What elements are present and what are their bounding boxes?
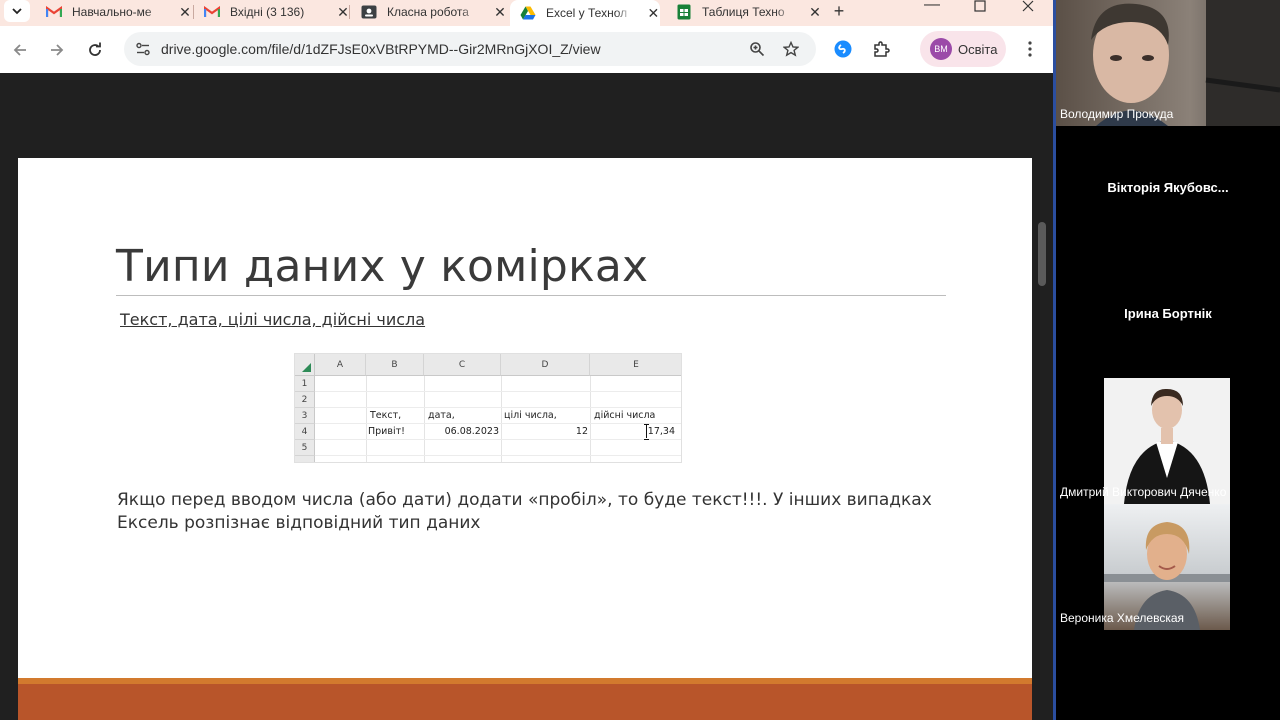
row-header: 3 <box>295 408 315 424</box>
row-header: 2 <box>295 392 315 408</box>
tab-title: Excel у Технол <box>546 6 628 20</box>
cell-b4: Привіт! <box>368 426 405 437</box>
url-text[interactable]: drive.google.com/file/d/1dZFJsE0xVBtRPYM… <box>161 41 601 57</box>
grid-line <box>424 376 425 462</box>
maximize-icon <box>974 0 986 12</box>
participant-name: Вікторія Якубовс... <box>1107 180 1229 195</box>
close-icon[interactable]: ✕ <box>647 5 660 22</box>
row-header: 5 <box>295 440 315 456</box>
chevron-down-icon <box>12 8 22 15</box>
spreadsheet-screenshot: A B C D E 1 2 3 4 5 Текст, дата, цілі чи… <box>294 353 682 463</box>
participant-name: Вероника Хмелевская <box>1060 611 1185 625</box>
title-divider <box>116 295 946 296</box>
slide-body-text: Якщо перед вводом числа (або дати) додат… <box>117 490 932 533</box>
grid-line <box>366 376 367 462</box>
address-bar[interactable]: drive.google.com/file/d/1dZFJsE0xVBtRPYM… <box>124 32 816 66</box>
cell-e3: дійсні числа <box>594 410 656 421</box>
close-icon <box>1022 0 1034 12</box>
bookmark-star-icon[interactable] <box>782 40 800 58</box>
participant-name: Дмитрий Викторович Дяченко <box>1060 485 1227 499</box>
tab-title: Таблиця Техно <box>702 5 785 19</box>
cell-d3: цілі числа, <box>504 410 557 421</box>
arrow-right-icon <box>51 44 64 56</box>
new-tab-button[interactable]: + <box>830 0 848 22</box>
zoom-icon[interactable] <box>748 40 766 58</box>
back-button[interactable] <box>8 38 32 62</box>
tab-title: Вхідні (3 136) <box>230 5 305 19</box>
row-header: 1 <box>295 376 315 392</box>
close-icon[interactable]: ✕ <box>178 4 192 21</box>
site-info-icon[interactable] <box>134 40 152 58</box>
gmail-icon <box>46 4 62 20</box>
browser-toolbar: drive.google.com/file/d/1dZFJsE0xVBtRPYM… <box>0 26 1053 73</box>
tab-search-button[interactable] <box>4 0 30 22</box>
cell-e4: 17,34 <box>647 426 675 437</box>
cell-c3: дата, <box>428 410 455 421</box>
column-header: D <box>501 354 590 376</box>
text-cursor-icon <box>644 424 650 440</box>
column-header: C <box>424 354 501 376</box>
presentation-slide: Типи даних у комірках Текст, дата, цілі … <box>18 158 1032 720</box>
browser-window: Навчально-ме ✕ Вхідні (3 136) ✕ Класна р… <box>0 0 1053 720</box>
gmail-icon <box>204 4 220 20</box>
kebab-menu-icon[interactable] <box>1020 38 1040 60</box>
tab-gmail-1[interactable]: Навчально-ме ✕ <box>46 0 192 24</box>
viewer-scrollbar[interactable] <box>1038 222 1046 286</box>
shazam-extension-icon[interactable] <box>832 38 854 60</box>
reload-button[interactable] <box>83 38 107 62</box>
drive-file-viewer: Типи даних у комірках Текст, дата, цілі … <box>0 73 1053 720</box>
tab-strip: Навчально-ме ✕ Вхідні (3 136) ✕ Класна р… <box>0 0 1053 26</box>
slide-footer-band <box>18 678 1032 720</box>
row-header <box>295 456 315 462</box>
close-icon[interactable]: ✕ <box>808 4 822 21</box>
cell-b3: Текст, <box>370 410 402 421</box>
arrow-left-icon <box>13 44 26 56</box>
tab-separator <box>349 5 350 19</box>
participant-tile[interactable]: Вероника Хмелевская <box>1056 504 1280 630</box>
classroom-icon <box>361 4 377 20</box>
participant-tile[interactable]: Ірина Бортнік <box>1056 250 1280 376</box>
tab-gmail-2[interactable]: Вхідні (3 136) ✕ <box>204 0 350 24</box>
column-header: E <box>590 354 681 376</box>
tab-sheets[interactable]: Таблиця Техно ✕ <box>676 0 822 24</box>
cell-d4: 12 <box>575 426 588 437</box>
profile-avatar: ВМ <box>930 38 952 60</box>
maximize-button[interactable] <box>965 0 995 13</box>
reload-icon <box>89 42 101 56</box>
drive-icon <box>520 5 536 21</box>
close-icon[interactable]: ✕ <box>493 4 507 21</box>
forward-button[interactable] <box>45 38 69 62</box>
tab-separator <box>193 5 194 19</box>
grid-line <box>315 455 681 456</box>
participant-tile[interactable]: Володимир Прокуда <box>1056 0 1280 126</box>
tab-title: Навчально-ме <box>72 5 152 19</box>
select-all-corner <box>295 354 315 376</box>
tab-drive-active[interactable]: Excel у Технол ✕ <box>510 0 660 26</box>
meeting-participants-panel: Володимир Прокуда Вікторія Якубовс... Ір… <box>1056 0 1280 720</box>
grid-line <box>315 391 681 392</box>
extensions-puzzle-icon[interactable] <box>870 38 892 60</box>
participant-tile[interactable]: Вікторія Якубовс... <box>1056 126 1280 250</box>
slide-title: Типи даних у комірках <box>116 241 649 292</box>
row-header: 4 <box>295 424 315 440</box>
column-header: B <box>366 354 424 376</box>
participant-name: Володимир Прокуда <box>1060 107 1174 121</box>
grid-line <box>501 376 502 462</box>
close-icon[interactable]: ✕ <box>336 4 350 21</box>
participant-name: Ірина Бортнік <box>1124 306 1212 321</box>
grid-line <box>590 376 591 462</box>
cell-c4: 06.08.2023 <box>444 426 499 437</box>
profile-chip[interactable]: ВМ Освіта <box>920 31 1006 67</box>
participant-tile[interactable]: Дмитрий Викторович Дяченко <box>1056 378 1280 504</box>
slide-subtitle: Текст, дата, цілі числа, дійсні числа <box>120 310 426 329</box>
profile-label: Освіта <box>958 41 998 57</box>
sheets-icon <box>676 4 692 20</box>
close-window-button[interactable] <box>1013 0 1043 13</box>
tab-classroom[interactable]: Класна робота ✕ <box>361 0 507 24</box>
column-header: A <box>315 354 366 376</box>
tab-title: Класна робота <box>387 5 469 19</box>
minimize-button[interactable]: — <box>917 0 947 13</box>
